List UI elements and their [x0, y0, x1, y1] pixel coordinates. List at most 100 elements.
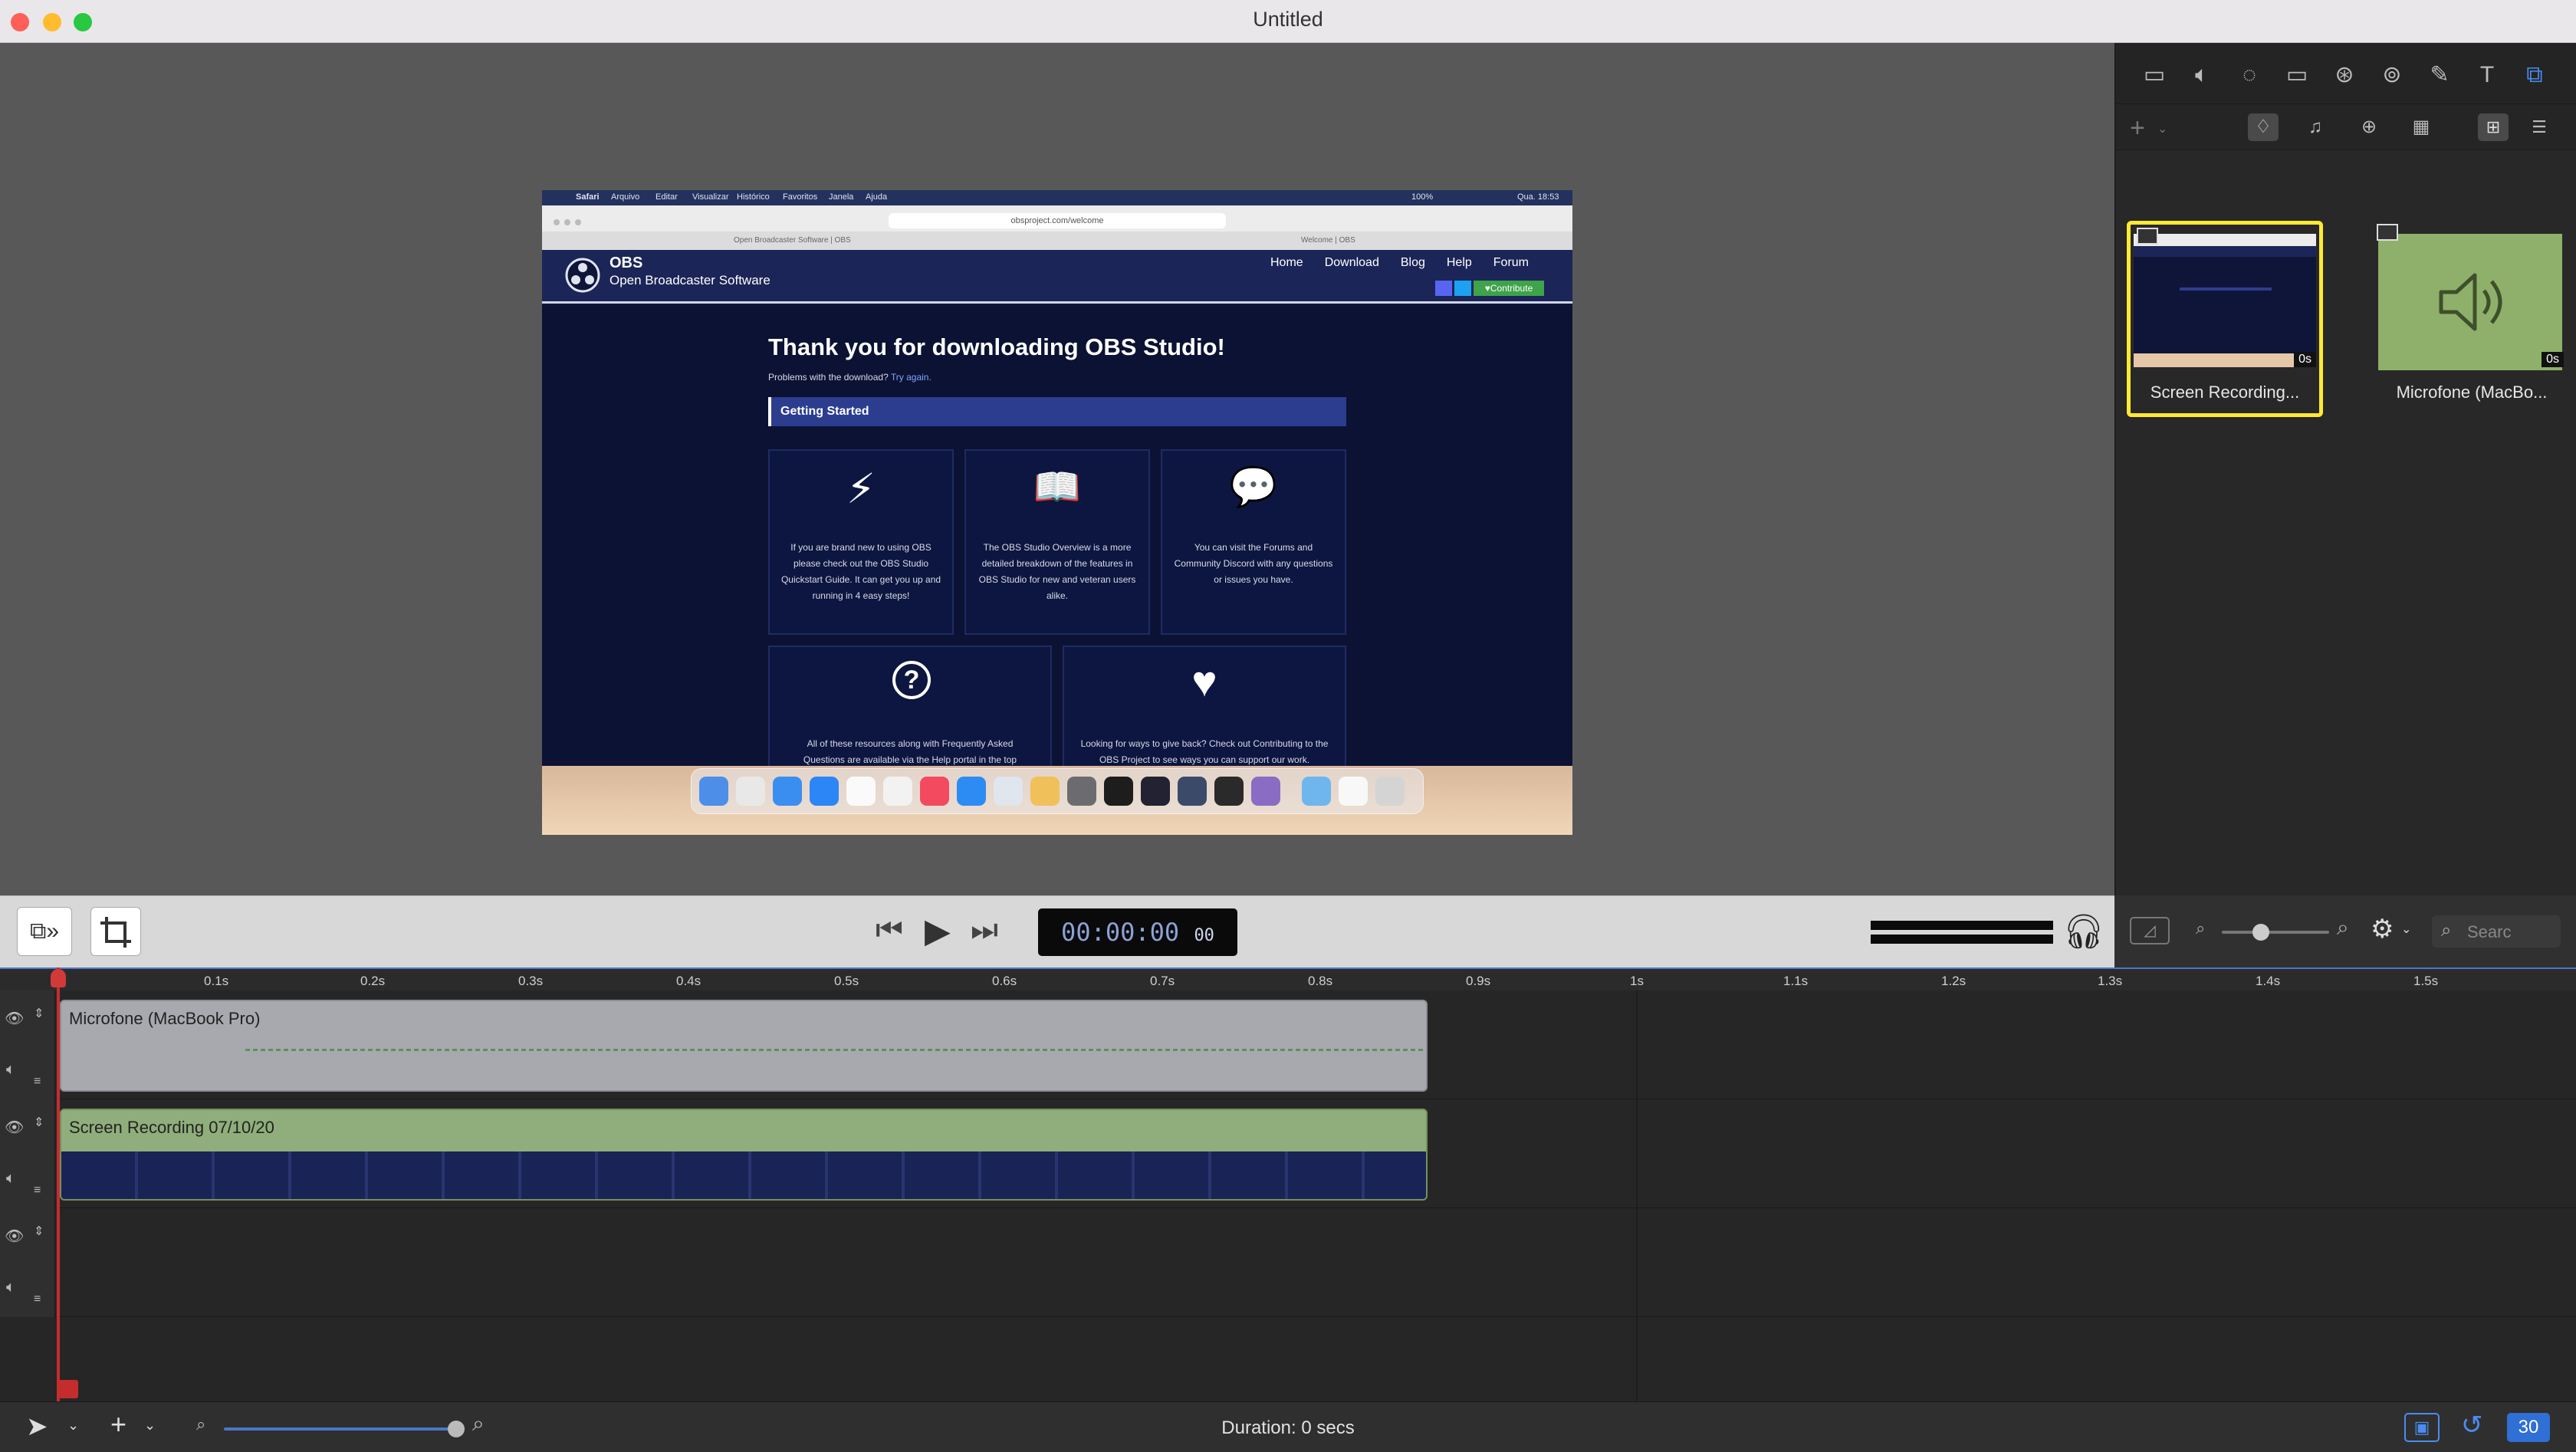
filter-icon[interactable]: ◿: [2130, 917, 2170, 944]
stock-media-tab[interactable]: ⊕: [2354, 113, 2384, 141]
document-media-tab[interactable]: ♢: [2248, 113, 2279, 141]
add-media-button[interactable]: +: [2130, 113, 2145, 143]
card-overview: 📖 The OBS Studio Overview is a more deta…: [964, 449, 1150, 635]
timeline-ruler[interactable]: 0.1s 0.2s 0.3s 0.4s 0.5s 0.6s 0.7s 0.8s …: [0, 967, 2576, 990]
audio-clip[interactable]: Microfone (MacBook Pro): [60, 1000, 1428, 1092]
slider-thumb[interactable]: [448, 1421, 465, 1437]
browser-tab: Welcome | OBS: [1301, 236, 1355, 245]
chevron-down-icon[interactable]: ⌄: [67, 1418, 79, 1434]
screenflow-icon: [1178, 777, 1207, 806]
playhead-handle[interactable]: [51, 969, 66, 987]
mail-icon: [810, 777, 839, 806]
text-icon[interactable]: T: [2472, 60, 2502, 90]
headphones-icon[interactable]: 🎧︎: [2062, 912, 2105, 951]
annotations-icon[interactable]: ✎: [2424, 60, 2455, 90]
play-button[interactable]: ▶︎: [925, 912, 951, 951]
timeline-zoom-slider[interactable]: [224, 1421, 465, 1437]
track-controls: 👁︎ ⇕ 🔈︎ ≡: [0, 1208, 55, 1317]
preview-canvas[interactable]: Safari Arquivo Editar Visualizar Históri…: [0, 43, 2114, 895]
playhead[interactable]: [57, 967, 60, 1409]
speaker-icon[interactable]: 🔈︎: [6, 1279, 15, 1296]
zoom-in-icon[interactable]: ⌕: [472, 1411, 485, 1437]
loop-icon[interactable]: ↺: [2461, 1410, 2483, 1441]
video-clip[interactable]: Screen Recording 07/10/20: [60, 1109, 1428, 1201]
reorder-arrows-icon[interactable]: ⇕: [34, 1006, 44, 1021]
zoom-out-icon[interactable]: ⌕: [196, 1414, 205, 1434]
callout-icon[interactable]: ⊛: [2329, 60, 2360, 90]
menubar-item: Ajuda: [866, 192, 888, 202]
chevron-down-icon[interactable]: ⌄: [144, 1418, 156, 1434]
crop-button[interactable]: [90, 907, 141, 956]
track-menu-icon[interactable]: ≡: [34, 1293, 41, 1306]
inspector-toolbar: ▭ 🔈︎ ◌ ▭ ⊛ ⊚ ✎ T ⧉: [2116, 43, 2576, 104]
track-row: 👁︎ ⇕ 🔈︎ ≡: [0, 1208, 2576, 1317]
track-menu-icon[interactable]: ≡: [34, 1075, 41, 1089]
eye-icon[interactable]: 👁︎: [5, 1227, 24, 1246]
eye-icon[interactable]: 👁︎: [5, 1009, 24, 1028]
reorder-arrows-icon[interactable]: ⇕: [34, 1224, 44, 1239]
list-view-toggle[interactable]: ☰: [2524, 113, 2555, 141]
browser-tabs: Open Broadcaster Software | OBS Welcome …: [542, 232, 1572, 250]
track-controls: 👁︎ ⇕ 🔈︎ ≡: [0, 990, 55, 1099]
media-item-name: Screen Recording...: [2150, 383, 2300, 402]
speaker-icon[interactable]: 🔈︎: [6, 1170, 15, 1188]
add-track-button[interactable]: +: [110, 1408, 127, 1441]
media-item-screen-recording[interactable]: 0s Screen Recording...: [2127, 221, 2323, 417]
media-item-microphone[interactable]: 0s Microfone (MacBo...: [2374, 221, 2570, 417]
media-library-icon[interactable]: ⧉: [2519, 60, 2550, 90]
search-field[interactable]: ⌕ Searc: [2432, 915, 2561, 948]
chevron-down-icon[interactable]: ⌄: [2401, 921, 2411, 937]
system-preferences-icon: [1067, 777, 1096, 806]
thumbnail-size-slider[interactable]: [2222, 924, 2329, 941]
duration-label: Duration: 0 secs: [1221, 1418, 1355, 1438]
video-properties-icon[interactable]: ▭: [2139, 60, 2170, 90]
rewind-button[interactable]: ⏮︎: [876, 913, 903, 948]
gear-icon[interactable]: ⚙︎: [2371, 914, 2394, 944]
ruler-tick: 1.5s: [2413, 974, 2439, 988]
reorder-arrows-icon[interactable]: ⇕: [34, 1115, 44, 1130]
site-brand: OBS: [610, 255, 643, 271]
video-filters-icon[interactable]: ⊚: [2377, 60, 2407, 90]
eye-icon[interactable]: 👁︎: [5, 1118, 24, 1137]
playhead-bottom-handle[interactable]: [58, 1380, 78, 1398]
screen-recording-preview[interactable]: Safari Arquivo Editar Visualizar Históri…: [542, 190, 1572, 835]
screen-recording-icon[interactable]: ▭: [2282, 60, 2312, 90]
ruler-tick: 0.7s: [1150, 974, 1175, 988]
pages-icon: [1030, 777, 1060, 806]
snap-to-canvas-button[interactable]: ⧉»: [17, 907, 72, 956]
address-bar: obsproject.com/welcome: [889, 213, 1226, 228]
notes-icon: [883, 777, 912, 806]
search-placeholder: Searc: [2467, 922, 2512, 941]
grid-view-toggle[interactable]: ⊞: [2478, 113, 2509, 141]
track-menu-icon[interactable]: ≡: [34, 1184, 41, 1197]
chevron-down-icon[interactable]: ⌄: [2157, 121, 2167, 136]
discord-icon: [1435, 281, 1452, 296]
launchpad-icon: [736, 777, 765, 806]
lightning-icon: ⚡: [846, 466, 876, 512]
ruler-tick: 0.6s: [992, 974, 1017, 988]
audio-properties-icon[interactable]: 🔈︎: [2187, 60, 2217, 90]
ruler-tick: 1.3s: [2098, 974, 2123, 988]
slider-thumb[interactable]: [2252, 924, 2269, 941]
fast-forward-button[interactable]: ⏭︎: [971, 913, 998, 948]
terminal-icon: [1104, 777, 1133, 806]
window-titlebar: Untitled: [0, 0, 2576, 43]
mac-dock: [691, 768, 1424, 814]
music-library-tab[interactable]: ♫: [2300, 113, 2331, 141]
fps-button[interactable]: 30: [2507, 1413, 2550, 1442]
templates-tab[interactable]: ▦: [2406, 113, 2436, 141]
nav-help: Help: [1446, 256, 1472, 269]
safari-toolbar: obsproject.com/welcome Open Broadcaster …: [542, 205, 1572, 250]
speaker-icon[interactable]: 🔈︎: [6, 1061, 15, 1079]
image-icon[interactable]: ▣: [2404, 1413, 2440, 1442]
getting-started-bar: Getting Started: [768, 397, 1346, 426]
arrow-tool-icon[interactable]: ➤: [26, 1411, 48, 1442]
zoom-in-icon[interactable]: ⌕: [2337, 915, 2349, 941]
obs-logo-icon: [565, 258, 600, 293]
ruler-tick: 0.2s: [360, 974, 386, 988]
zoom-out-icon[interactable]: ⌕: [2196, 918, 2205, 938]
finder-icon: [699, 777, 728, 806]
clip-speed-icon[interactable]: ◌: [2234, 60, 2265, 90]
status-bar: ➤ ⌄ + ⌄ ⌕ ⌕ Duration: 0 secs ▣ ↺ 30: [0, 1401, 2576, 1452]
card-text: Looking for ways to give back? Check out…: [1080, 738, 1329, 765]
